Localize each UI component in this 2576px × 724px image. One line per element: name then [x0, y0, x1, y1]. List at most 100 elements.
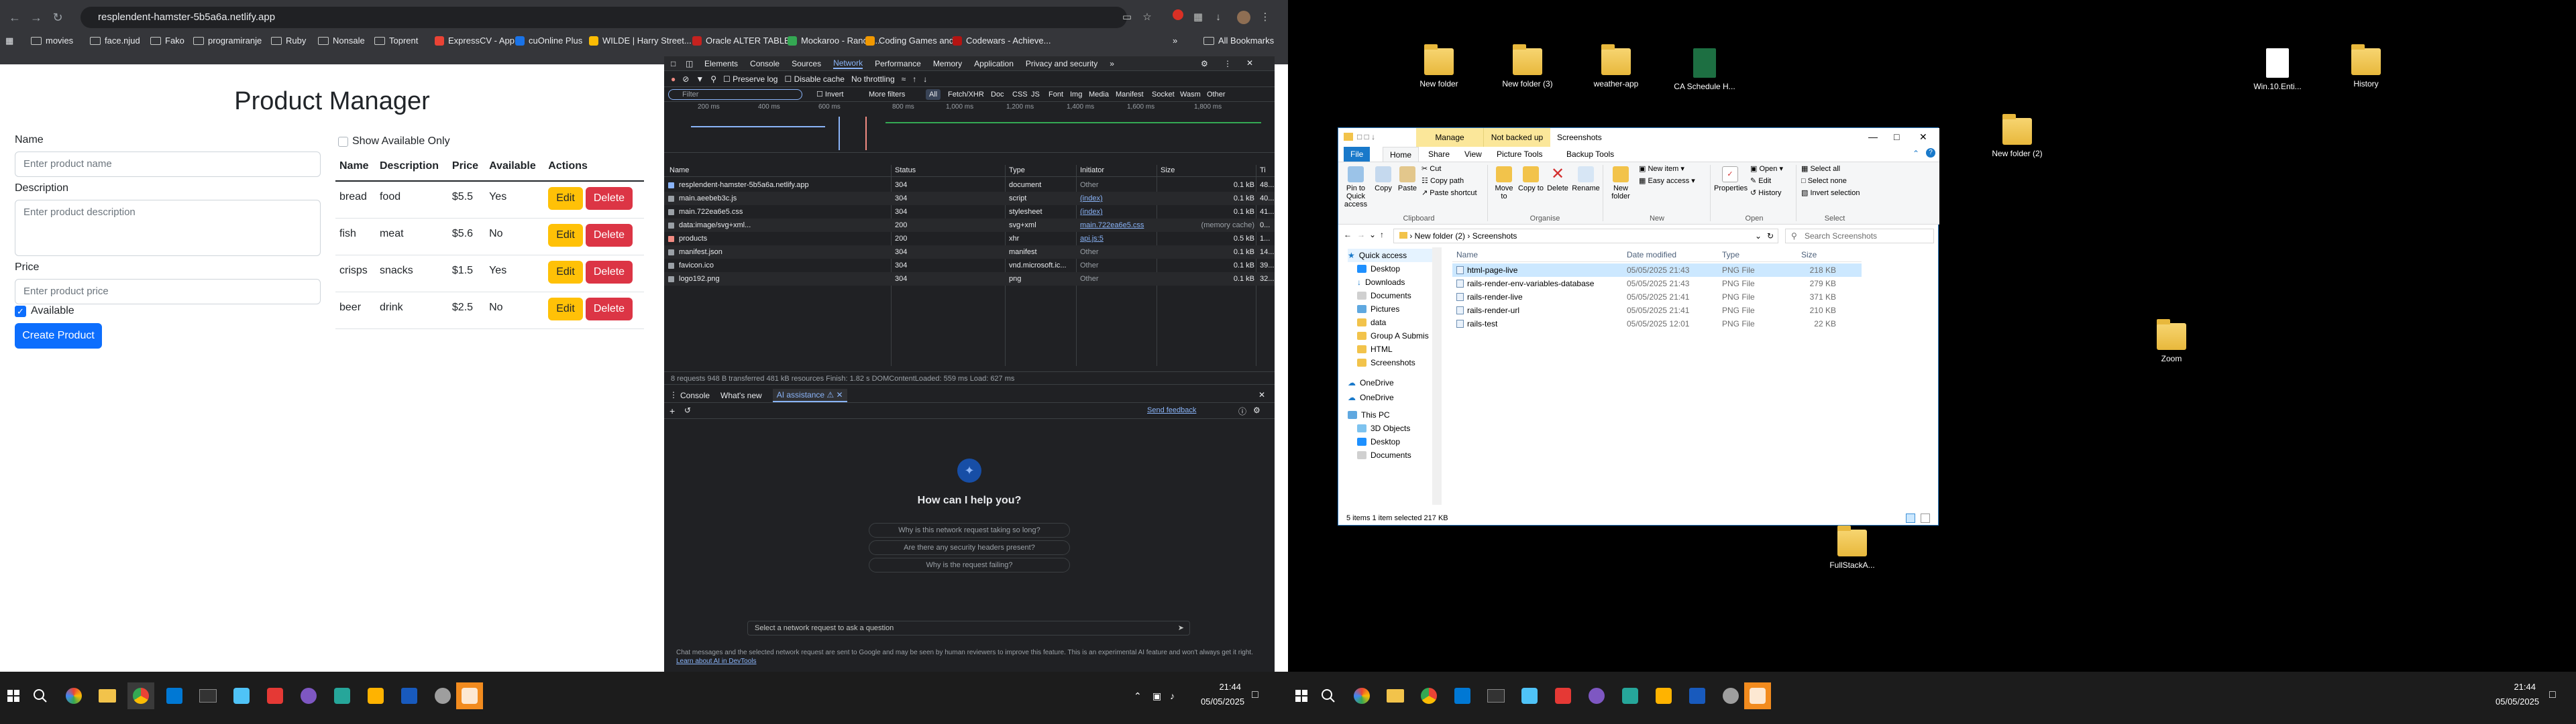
nav-item-html[interactable]: HTML — [1357, 343, 1393, 356]
settings-icon[interactable]: ⚙ — [1253, 406, 1260, 415]
download-har-icon[interactable]: ↓ — [923, 74, 927, 84]
properties-button[interactable]: ✓ Properties — [1714, 166, 1748, 192]
notifications-icon[interactable]: □ — [2549, 689, 2556, 701]
up-icon[interactable]: ↑ — [1380, 230, 1384, 239]
notifications-icon[interactable]: □ — [1252, 689, 1258, 701]
filter-type[interactable]: Other — [1203, 89, 1229, 100]
bookmark-item[interactable]: Nonsale — [318, 31, 365, 51]
easy-access-button[interactable]: ▦ Easy access ▾ — [1639, 177, 1695, 185]
nav-item-onedrive[interactable]: ☁ OneDrive — [1348, 376, 1394, 389]
request-row[interactable]: data:image/svg+xml... 200 svg+xml main.722e… — [664, 219, 1275, 232]
explorer-path-bar[interactable]: › New folder (2) › Screenshots ⌄ ↻ — [1393, 229, 1778, 243]
col-header[interactable]: Size — [1801, 250, 1817, 259]
history-button[interactable]: ↺ History — [1750, 189, 1782, 197]
bookmark-item[interactable]: Fako — [150, 31, 184, 51]
file-row[interactable]: rails-test 05/05/2025 12:01 PNG File 22 KB — [1452, 317, 1862, 330]
bookmark-item[interactable]: ExpressCV - App... — [435, 31, 522, 51]
close-icon[interactable]: ✕ — [1246, 58, 1253, 68]
paste-button[interactable]: Paste — [1396, 166, 1419, 192]
file-explorer-icon[interactable] — [94, 682, 121, 709]
edit-button[interactable]: ✎ Edit — [1750, 177, 1771, 185]
filter-type[interactable]: Doc — [987, 89, 1008, 100]
forward-icon[interactable]: → — [27, 8, 46, 27]
tab-share[interactable]: Share — [1421, 147, 1456, 162]
open-button[interactable]: ▣ Open ▾ — [1750, 165, 1783, 173]
edit-button[interactable]: Edit — [548, 223, 583, 247]
manage-context-tab[interactable]: Manage — [1416, 128, 1483, 147]
file-row[interactable]: rails-render-url 05/05/2025 21:41 PNG File… — [1452, 304, 1862, 317]
request-row[interactable]: favicon.ico 304 vnd.microsoft.ic... Other 0.… — [664, 259, 1275, 272]
active-app-icon[interactable] — [456, 682, 483, 709]
multicolor-app-icon[interactable] — [60, 682, 87, 709]
dropdown-icon[interactable]: ⌄ — [1755, 229, 1762, 243]
filter-type[interactable]: Media — [1085, 89, 1112, 100]
drawer-tab-console[interactable]: Console — [680, 391, 710, 400]
cut-button[interactable]: ✂ Cut — [1421, 165, 1441, 173]
suggestion-chip[interactable]: Why is this network request taking so lo… — [869, 523, 1070, 538]
bookmark-item[interactable]: face.njud — [90, 31, 140, 51]
request-initiator[interactable]: (index) — [1080, 205, 1154, 219]
search-icon[interactable]: ⚲ — [710, 74, 716, 84]
disable-cache-checkbox[interactable]: ☐ Disable cache — [784, 74, 844, 84]
inspect-icon[interactable]: □ — [671, 59, 676, 68]
tab-view[interactable]: View — [1458, 147, 1489, 162]
desktop-icon[interactable]: History — [2329, 44, 2403, 88]
tab-application[interactable]: Application — [974, 59, 1014, 68]
request-initiator[interactable]: Other — [1080, 245, 1154, 259]
app-icon[interactable] — [1583, 682, 1610, 709]
back-icon[interactable]: ← — [1344, 230, 1352, 239]
chrome-menu-icon[interactable]: ⋮ — [1256, 8, 1275, 27]
all-bookmarks[interactable]: All Bookmarks — [1203, 31, 1274, 51]
vscode-icon[interactable] — [161, 682, 188, 709]
refresh-icon[interactable]: ↻ — [1767, 229, 1774, 243]
ribbon-collapse-icon[interactable]: ⌃ — [1913, 149, 1919, 158]
request-row[interactable]: logo192.png 304 png Other 0.1 kB 32... — [664, 272, 1275, 286]
tab-backup-tools[interactable]: Backup Tools — [1560, 147, 1621, 162]
multicolor-app-icon[interactable] — [1348, 682, 1375, 709]
app-icon[interactable] — [228, 682, 255, 709]
start-icon[interactable] — [1288, 682, 1315, 709]
settings-icon[interactable]: ⚙ — [1201, 59, 1208, 68]
address-bar[interactable]: resplendent-hamster-5b5a6a.netlify.app — [80, 7, 1127, 28]
tab-network[interactable]: Network — [833, 58, 863, 69]
invert-selection-button[interactable]: ▧ Invert selection — [1801, 189, 1860, 197]
edit-button[interactable]: Edit — [548, 297, 583, 320]
plus-icon[interactable]: + — [669, 406, 675, 416]
app-icon[interactable] — [262, 682, 288, 709]
app-icon[interactable] — [329, 682, 356, 709]
kebab-icon[interactable]: ⋮ — [1224, 59, 1232, 68]
filter-input[interactable]: Filter — [668, 89, 802, 100]
copy-to-button[interactable]: Copy to — [1518, 166, 1544, 192]
large-icons-view-icon[interactable] — [1921, 514, 1930, 523]
tray-chevron-icon[interactable]: ⌃ — [1134, 690, 1142, 702]
file-row[interactable]: html-page-live 05/05/2025 21:43 PNG File 21… — [1452, 263, 1862, 277]
history-icon[interactable]: ↺ — [684, 406, 691, 415]
desktop-icon[interactable]: FullStackA... — [1815, 526, 1889, 570]
maximize-icon[interactable]: □ — [1894, 131, 1899, 142]
profile-avatar-icon[interactable] — [1234, 8, 1253, 27]
clear-icon[interactable]: ⊘ — [682, 74, 689, 84]
suggestion-chip[interactable]: Are there any security headers present? — [869, 540, 1070, 555]
chrome-icon[interactable] — [1415, 682, 1442, 709]
create-product-button[interactable]: Create Product — [15, 323, 102, 349]
available-checkbox[interactable]: ✓ — [15, 306, 26, 317]
filter-icon[interactable]: ▼ — [696, 74, 704, 84]
desktop-icon[interactable]: weather-app — [1579, 44, 1653, 88]
minimize-icon[interactable]: — — [1868, 131, 1878, 142]
request-row[interactable]: main.722ea6e5.css 304 stylesheet (index) 0.1… — [664, 205, 1275, 219]
select-all-button[interactable]: ▦ Select all — [1801, 165, 1840, 173]
terminal-icon[interactable] — [195, 682, 221, 709]
recent-icon[interactable]: ⌄ — [1369, 230, 1376, 239]
word-icon[interactable] — [396, 682, 423, 709]
device-toolbar-icon[interactable]: ◫ — [686, 59, 693, 68]
nav-item-documents[interactable]: Documents — [1357, 448, 1411, 462]
download-icon[interactable]: ↓ — [1209, 8, 1228, 27]
filter-type[interactable]: Socket — [1148, 89, 1178, 100]
wifi-icon[interactable]: ≈ — [902, 74, 906, 84]
bookmark-star-icon[interactable]: ☆ — [1138, 8, 1157, 27]
app-icon[interactable] — [362, 682, 389, 709]
tab-privacy[interactable]: Privacy and security — [1026, 59, 1097, 68]
tab-performance[interactable]: Performance — [875, 59, 921, 68]
desktop-icon[interactable]: New folder (2) — [1980, 114, 2054, 158]
desktop-icon[interactable]: New folder — [1402, 44, 1476, 88]
